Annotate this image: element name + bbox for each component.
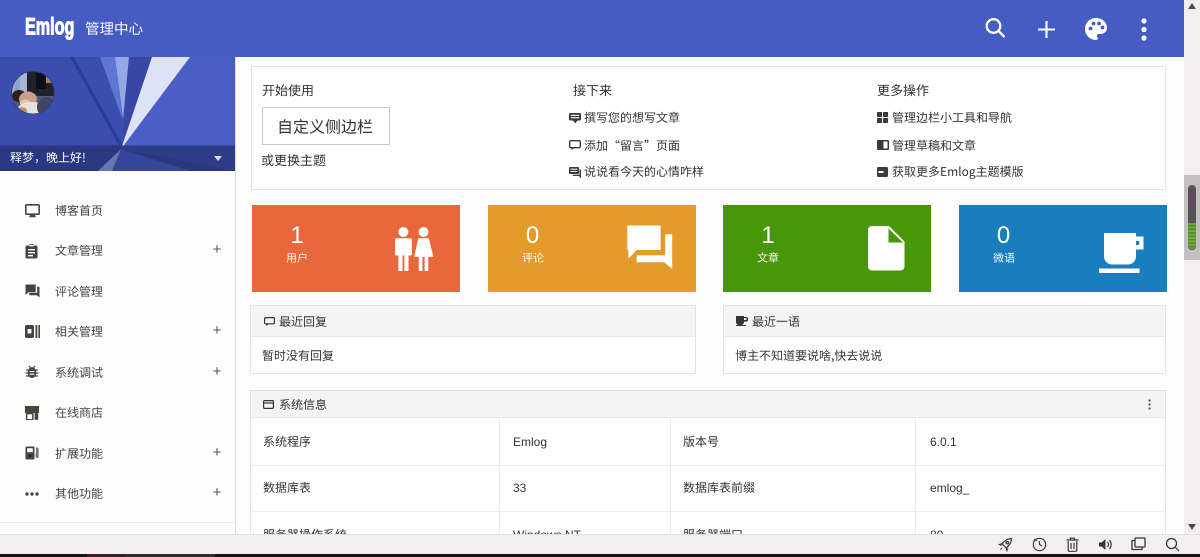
svg-text:Emlog: Emlog bbox=[25, 13, 74, 40]
